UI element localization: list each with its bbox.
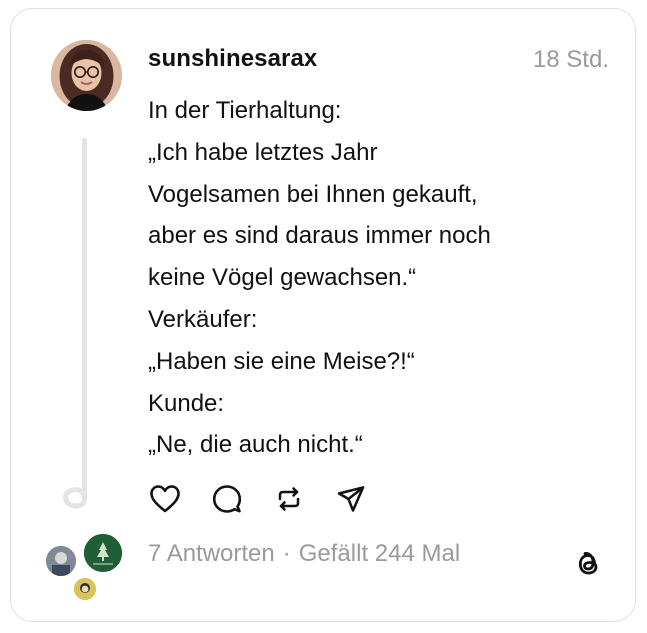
thread-loop-icon	[56, 475, 96, 515]
timestamp: 18 Std.	[532, 46, 609, 73]
heart-icon	[150, 485, 180, 513]
likes-count-link[interactable]: Gefällt 244 Mal	[299, 540, 460, 567]
post-text-line: „Ne, die auch nicht.“	[148, 431, 363, 459]
reply-avatar[interactable]	[72, 576, 98, 602]
post-text-line: keine Vögel gewachsen.“	[148, 264, 417, 292]
threads-logo-icon[interactable]	[572, 548, 604, 580]
username[interactable]: sunshinesarax	[148, 45, 317, 73]
stats-separator: ·	[282, 540, 291, 567]
post-text-line: „Ich habe letztes Jahr	[148, 138, 378, 166]
repost-icon	[278, 487, 300, 511]
post-text-line: Kunde:	[148, 389, 225, 417]
action-bar	[148, 479, 396, 519]
reply-button[interactable]	[210, 482, 244, 516]
avatar[interactable]	[51, 40, 122, 111]
like-button[interactable]	[148, 482, 182, 516]
reply-avatar[interactable]	[44, 544, 78, 578]
post-text-line: Vogelsamen bei Ihnen gekauft,	[148, 180, 478, 208]
post-text-line: aber es sind daraus immer noch	[148, 222, 491, 250]
post-text-line: In der Tierhaltung:	[148, 97, 342, 124]
reply-avatar[interactable]	[82, 532, 124, 574]
repost-button[interactable]	[272, 482, 306, 516]
share-button[interactable]	[334, 482, 368, 516]
post-text-line: „Haben sie eine Meise?!“	[148, 347, 415, 375]
replies-count-link[interactable]: 7 Antworten	[148, 540, 275, 567]
comment-icon	[212, 485, 242, 513]
send-icon	[337, 486, 365, 512]
reply-avatars	[44, 532, 124, 604]
post-text-line: Verkäufer:	[148, 305, 258, 333]
post-stats: 7 Antworten · Gefällt 244 Mal	[148, 540, 460, 568]
post-text: In der Tierhaltung: „Ich habe letztes Ja…	[148, 90, 608, 466]
thread-line	[82, 138, 87, 478]
